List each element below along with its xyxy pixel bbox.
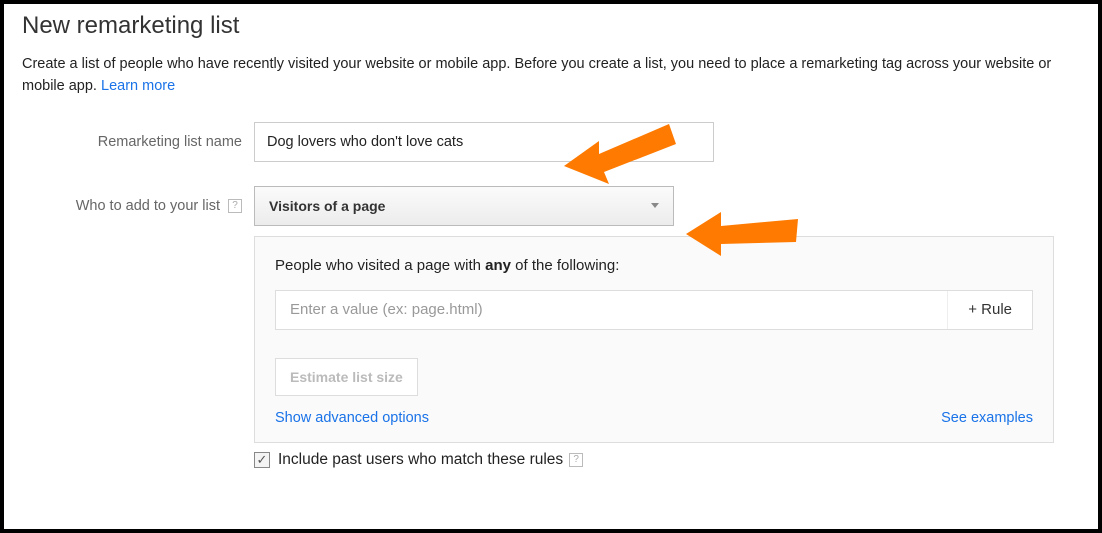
list-name-label: Remarketing list name bbox=[22, 122, 254, 150]
rules-heading-prefix: People who visited a page with bbox=[275, 257, 485, 274]
include-past-label: Include past users who match these rules bbox=[278, 451, 563, 469]
who-to-add-select[interactable]: Visitors of a page bbox=[254, 186, 674, 226]
add-rule-button[interactable]: + Rule bbox=[947, 291, 1032, 329]
rule-value-row: + Rule bbox=[275, 290, 1033, 330]
include-past-row: ✓ Include past users who match these rul… bbox=[254, 451, 1080, 469]
rule-value-input[interactable] bbox=[276, 291, 947, 329]
estimate-list-size-button: Estimate list size bbox=[275, 358, 418, 396]
rules-heading-bold: any bbox=[485, 257, 511, 274]
page-title: New remarketing list bbox=[22, 12, 1080, 40]
show-advanced-link[interactable]: Show advanced options bbox=[275, 410, 429, 426]
intro-body: Create a list of people who have recentl… bbox=[22, 56, 1051, 94]
rules-panel-footer: Show advanced options See examples bbox=[275, 410, 1033, 426]
list-name-input[interactable] bbox=[254, 122, 714, 162]
who-to-add-selected: Visitors of a page bbox=[269, 198, 385, 214]
who-to-add-row: Who to add to your list ? Visitors of a … bbox=[22, 186, 1080, 469]
who-to-add-label: Who to add to your list ? bbox=[22, 186, 254, 214]
include-past-checkbox[interactable]: ✓ bbox=[254, 452, 270, 468]
rules-panel: People who visited a page with any of th… bbox=[254, 236, 1054, 443]
see-examples-link[interactable]: See examples bbox=[941, 410, 1033, 426]
help-icon[interactable]: ? bbox=[228, 199, 242, 213]
chevron-down-icon bbox=[651, 203, 659, 208]
list-name-row: Remarketing list name bbox=[22, 122, 1080, 162]
rules-heading: People who visited a page with any of th… bbox=[275, 257, 1033, 274]
learn-more-link[interactable]: Learn more bbox=[101, 78, 175, 94]
help-icon[interactable]: ? bbox=[569, 453, 583, 467]
intro-text: Create a list of people who have recentl… bbox=[22, 54, 1080, 98]
who-to-add-label-text: Who to add to your list bbox=[76, 198, 220, 214]
rules-heading-suffix: of the following: bbox=[511, 257, 619, 274]
